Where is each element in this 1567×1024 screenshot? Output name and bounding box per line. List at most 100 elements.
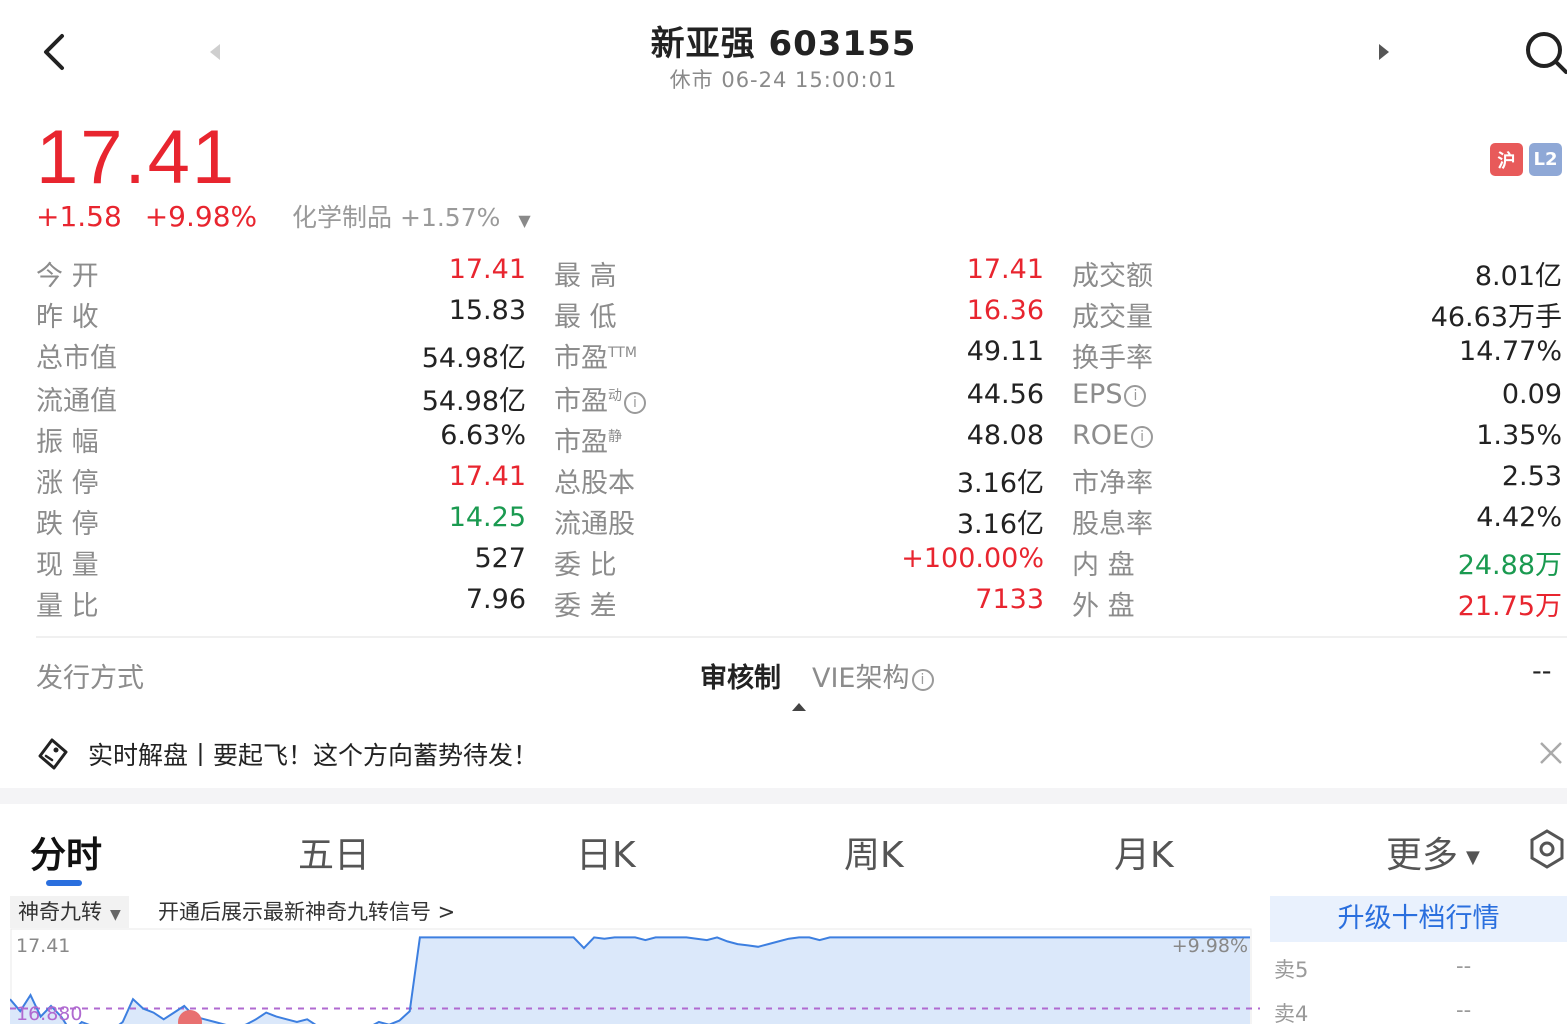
stat-label: 股息率	[1072, 502, 1153, 541]
stat-label: 成交量	[1072, 295, 1153, 334]
stat-label: 量 比	[36, 584, 99, 623]
tab-monthly-k[interactable]: 月K	[1114, 826, 1174, 878]
stat-label: 成交额	[1072, 254, 1153, 293]
stat-label: 涨 停	[36, 461, 99, 500]
tab-more[interactable]: 更多 ▼	[1386, 826, 1480, 878]
stat-label-text: 最 低	[554, 302, 617, 333]
badge-group: 沪 L2	[1490, 143, 1562, 176]
stat-value: +100.00%	[901, 543, 1044, 574]
stat-value: 8.01亿	[1474, 261, 1562, 292]
price-change-row: +1.58 +9.98% 化学制品 +1.57% ▼	[36, 198, 559, 234]
vie-value: --	[1532, 656, 1552, 687]
stat-label: 市盈TTM	[554, 336, 637, 375]
stat-label-text: 昨 收	[36, 302, 99, 333]
chart-svg: 17.41 +9.98% 16.880	[9, 928, 1260, 1024]
stat-label-text: 外 盘	[1072, 591, 1135, 622]
y-axis-reference-label: 16.880	[16, 1003, 82, 1024]
vie-label-text: VIE架构	[812, 663, 910, 694]
tab-more-label: 更多	[1386, 835, 1459, 876]
info-icon[interactable]: i	[911, 668, 934, 691]
stat-label-text: 换手率	[1072, 343, 1153, 374]
collapse-icon[interactable]	[790, 698, 808, 711]
stat-value: 44.56	[966, 379, 1044, 410]
stat-value: 16.36	[966, 295, 1044, 326]
stat-label: 现 量	[36, 543, 99, 582]
stat-value: 2.53	[1501, 461, 1562, 492]
stat-value: 14.77%	[1459, 336, 1562, 367]
stat-value: 7133	[975, 584, 1044, 615]
news-banner[interactable]: 实时解盘丨要起飞！这个方向蓄势待发！	[0, 726, 1567, 784]
stat-value: 54.98亿	[421, 386, 526, 417]
stat-value: 17.41	[966, 254, 1044, 285]
ask-value: --	[1456, 998, 1472, 1022]
caret-down-icon: ▼	[1466, 846, 1480, 868]
market-status: 休市 06-24 15:00:01	[669, 68, 898, 92]
tab-daily-k[interactable]: 日K	[576, 826, 636, 878]
stat-label-text: 振 幅	[36, 427, 99, 458]
stat-label-text: 流通值	[36, 386, 117, 417]
stat-row: 总市值 54.98亿 市盈TTM 49.11 换手率 14.77%	[36, 336, 1566, 376]
indicator-promo-link[interactable]: 开通后展示最新神奇九转信号 >	[158, 896, 455, 928]
stat-label-superscript: 静	[608, 429, 622, 445]
stat-label-superscript: TTM	[608, 345, 637, 361]
stat-label-superscript: 动	[608, 388, 622, 404]
stat-label: 今 开	[36, 254, 99, 293]
stat-label: 委 比	[554, 543, 617, 582]
y-axis-top-percent: +9.98%	[1172, 935, 1248, 957]
stat-label-text: 量 比	[36, 591, 99, 622]
tab-intraday[interactable]: 分时	[30, 826, 102, 878]
chart-toolbar: 神奇九转 ▼ 开通后展示最新神奇九转信号 >	[10, 896, 1260, 930]
stat-label-text: 市盈	[554, 427, 608, 458]
section-gap	[0, 788, 1567, 804]
stat-label: 换手率	[1072, 336, 1153, 375]
tab-weekly-k[interactable]: 周K	[844, 826, 904, 878]
next-stock-icon[interactable]	[1374, 40, 1394, 64]
tag-icon	[34, 736, 70, 772]
indicator-select[interactable]: 神奇九转 ▼	[10, 896, 129, 928]
stat-label-text: 总股本	[554, 468, 635, 499]
stat-label-text: 委 比	[554, 550, 617, 581]
stat-row: 昨 收 15.83 最 低 16.36 成交量 46.63万手	[36, 295, 1566, 335]
shanghai-badge[interactable]: 沪	[1490, 143, 1523, 176]
caret-down-icon: ▼	[110, 907, 121, 923]
stat-label: 昨 收	[36, 295, 99, 334]
industry-label: 化学制品 +1.57%	[292, 203, 501, 232]
divider	[36, 636, 1567, 638]
ask-row: 卖5 --	[1270, 954, 1567, 990]
stat-label: 外 盘	[1072, 584, 1135, 623]
price-change: +1.58	[36, 200, 122, 233]
stat-label: 委 差	[554, 584, 617, 623]
tab-five-day[interactable]: 五日	[298, 826, 370, 878]
stat-label: 跌 停	[36, 502, 99, 541]
search-icon[interactable]	[1520, 28, 1567, 78]
stat-value: 3.16亿	[956, 509, 1044, 540]
stat-label-text: 市净率	[1072, 468, 1153, 499]
stat-label: 最 低	[554, 295, 617, 334]
stat-value: 48.08	[966, 420, 1044, 451]
issue-row: 发行方式 审核制 VIE架构 i --	[0, 656, 1567, 700]
ask-value: --	[1456, 954, 1472, 978]
stat-row: 振 幅 6.63% 市盈静 48.08 ROE i 1.35%	[36, 420, 1566, 460]
close-icon[interactable]	[1536, 738, 1566, 768]
stat-label: 流通值	[36, 379, 117, 418]
stat-label: 内 盘	[1072, 543, 1135, 582]
stat-label: 市盈静	[554, 420, 622, 459]
chart-tabs: 分时 五日 日K 周K 月K 更多 ▼	[0, 808, 1567, 892]
stat-label-text: 现 量	[36, 550, 99, 581]
industry-link[interactable]: 化学制品 +1.57% ▼	[292, 203, 545, 232]
stat-label: 振 幅	[36, 420, 99, 459]
stat-value: 6.63%	[440, 420, 526, 451]
ask-row: 卖4 --	[1270, 998, 1567, 1024]
info-icon[interactable]: i	[1124, 384, 1147, 407]
stat-row: 今 开 17.41 最 高 17.41 成交额 8.01亿	[36, 254, 1566, 294]
stat-value: 1.35%	[1476, 420, 1562, 451]
info-icon[interactable]: i	[1131, 425, 1154, 448]
level2-badge[interactable]: L2	[1529, 143, 1562, 176]
indicator-label: 神奇九转	[18, 900, 102, 924]
stat-label-text: 内 盘	[1072, 550, 1135, 581]
settings-icon[interactable]	[1528, 828, 1566, 870]
ask-label: 卖5	[1274, 958, 1309, 982]
info-icon[interactable]: i	[624, 391, 646, 414]
upgrade-button[interactable]: 升级十档行情	[1270, 896, 1567, 942]
intraday-chart[interactable]: 17.41 +9.98% 16.880	[9, 928, 1260, 1024]
